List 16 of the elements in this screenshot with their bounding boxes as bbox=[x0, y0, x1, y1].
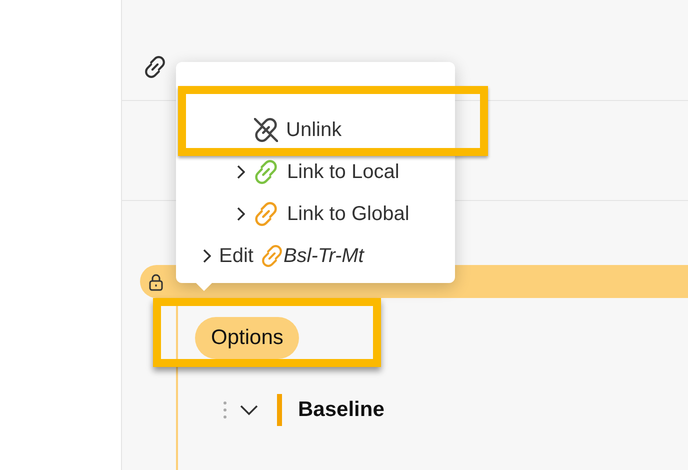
section-marker bbox=[277, 394, 282, 426]
section-title: Baseline bbox=[298, 396, 384, 423]
lock-icon bbox=[148, 272, 164, 290]
chevron-right-icon[interactable] bbox=[236, 207, 245, 221]
chevron-down-icon[interactable] bbox=[239, 404, 259, 416]
link-target: Bsl-Tr-Mt bbox=[283, 244, 364, 268]
drag-handle-icon[interactable] bbox=[223, 400, 227, 418]
link-icon bbox=[144, 56, 166, 78]
menu-item[interactable]: Link to Global bbox=[236, 202, 410, 226]
menu-item[interactable]: Edit Bsl-Tr-Mt bbox=[202, 244, 364, 268]
chevron-right-icon[interactable] bbox=[202, 249, 211, 263]
unlink-icon bbox=[254, 118, 278, 142]
menu-item[interactable]: Link to Local bbox=[236, 160, 400, 184]
chevron-right-icon[interactable] bbox=[236, 165, 245, 179]
options-chip[interactable]: Options bbox=[195, 317, 300, 358]
menu-item[interactable]: Unlink bbox=[254, 118, 342, 142]
